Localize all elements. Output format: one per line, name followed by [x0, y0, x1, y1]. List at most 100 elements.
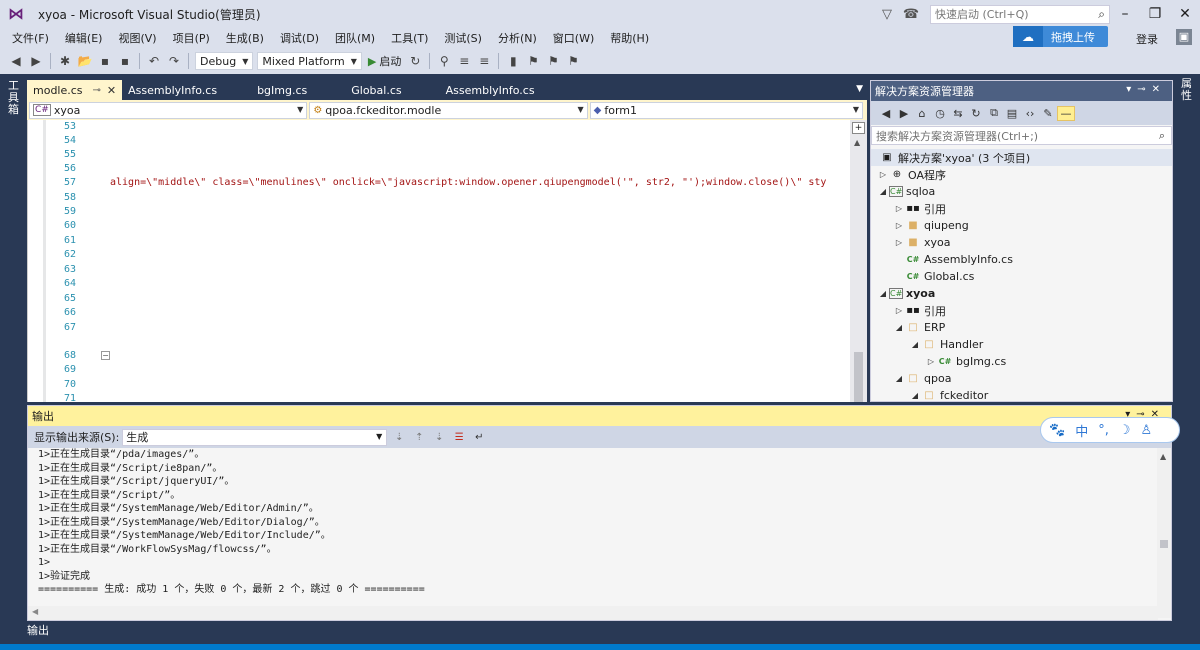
configuration-select[interactable]: Debug ▼	[195, 52, 254, 70]
menu-build[interactable]: 生成(B)	[218, 30, 272, 46]
refresh-icon[interactable]: ↻	[405, 54, 425, 68]
open-file-icon[interactable]: 📂	[75, 54, 95, 68]
tab-global-cs[interactable]: Global.cs	[321, 80, 415, 100]
account-icon[interactable]: ▣	[1176, 29, 1192, 45]
collapse-icon[interactable]: ◢	[909, 391, 921, 400]
collapse-icon[interactable]: ◢	[893, 323, 905, 332]
back-icon[interactable]: ◀	[877, 107, 895, 120]
panel-controls[interactable]: ▾⊸✕	[1126, 84, 1166, 95]
new-project-icon[interactable]: ✱	[55, 54, 75, 68]
restore-button[interactable]: ❐	[1140, 6, 1170, 22]
word-wrap-icon[interactable]: ↵	[471, 432, 487, 443]
properties-icon[interactable]: ✎	[1039, 107, 1057, 120]
menu-team[interactable]: 团队(M)	[327, 30, 383, 46]
sync-icon[interactable]: ⇆	[949, 107, 967, 120]
tree-item-references[interactable]: ▷ ▪▪ 引用	[871, 302, 1172, 319]
scroll-thumb[interactable]	[1160, 540, 1168, 548]
bottom-tab-output[interactable]: 输出	[27, 622, 49, 638]
feedback-icon[interactable]: ☎	[902, 7, 920, 22]
scroll-thumb[interactable]	[854, 352, 863, 402]
ime-moon[interactable]: ☽	[1119, 423, 1131, 438]
minimize-button[interactable]: –	[1110, 6, 1140, 22]
menu-analyze[interactable]: 分析(N)	[490, 30, 545, 46]
menu-view[interactable]: 视图(V)	[110, 30, 164, 46]
back-icon[interactable]: ◀	[6, 54, 26, 68]
tree-item-file[interactable]: ▷ C# bgImg.cs	[871, 353, 1172, 370]
output-vertical-scrollbar[interactable]: ▲	[1157, 448, 1171, 618]
member-dropdown[interactable]: ◆ form1 ▼	[589, 101, 863, 119]
tree-item-folder[interactable]: ◢ □ ERP	[871, 319, 1172, 336]
tree-item-xyoa[interactable]: ◢ C# xyoa	[871, 285, 1172, 302]
login-link[interactable]: 登录	[1136, 31, 1158, 47]
outdent-icon[interactable]: ≡	[474, 54, 494, 68]
output-horizontal-scrollbar[interactable]: ◀	[28, 606, 1158, 620]
go-to-line-icon[interactable]: ⇣	[391, 432, 407, 443]
expand-icon[interactable]: ▷	[893, 221, 905, 230]
ime-punctuation[interactable]: °,	[1098, 423, 1109, 438]
collapse-toggle[interactable]: −	[101, 351, 110, 360]
clear-all-icon[interactable]: ☰	[451, 432, 467, 443]
expand-icon[interactable]: ▷	[893, 238, 905, 247]
menu-window[interactable]: 窗口(W)	[545, 30, 602, 46]
expand-icon[interactable]: ▷	[893, 204, 905, 213]
tab-overflow-icon[interactable]: ▼	[856, 84, 863, 94]
output-source-select[interactable]: 生成 ▼	[122, 428, 388, 446]
save-icon[interactable]: ▪	[95, 54, 115, 68]
prev-bookmark-icon[interactable]: ⚑	[523, 54, 543, 68]
tree-item-folder[interactable]: ◢ □ Handler	[871, 336, 1172, 353]
collapse-icon[interactable]: ◢	[909, 340, 921, 349]
tree-item-file[interactable]: C# Global.cs	[871, 268, 1172, 285]
bookmark-icon[interactable]: ▮	[503, 54, 523, 68]
pin-icon[interactable]: ⊸	[93, 85, 101, 96]
forward-icon[interactable]: ▶	[895, 107, 913, 120]
user-icon[interactable]: ♙	[1141, 423, 1153, 438]
clear-bookmarks-icon[interactable]: ⚑	[563, 54, 583, 68]
prev-message-icon[interactable]: ⇡	[411, 432, 427, 443]
menu-edit[interactable]: 编辑(E)	[57, 30, 111, 46]
class-dropdown[interactable]: ⚙ qpoa.fckeditor.modle ▼	[309, 101, 588, 119]
scroll-up-icon[interactable]: ▲	[854, 138, 860, 147]
menu-file[interactable]: 文件(F)	[4, 30, 57, 46]
expand-icon[interactable]: ▷	[893, 306, 905, 315]
code-editor[interactable]: 53 54 55 56 57 58 59 60 61 62 63 64 65 6…	[27, 120, 867, 402]
tree-item-oa[interactable]: ▷ ⊕ OA程序	[871, 166, 1172, 183]
preview-icon[interactable]: —	[1057, 105, 1075, 121]
quick-launch-input[interactable]: 快速启动 (Ctrl+Q) ⌕	[930, 4, 1110, 24]
collapse-icon[interactable]: ◢	[877, 289, 889, 298]
toolbox-strip[interactable]: 工具箱	[0, 74, 27, 634]
tab-modle-cs[interactable]: modle.cs ⊸ ✕	[27, 80, 123, 100]
tab-assemblyinfo-cs[interactable]: AssemblyInfo.cs	[122, 80, 231, 100]
tree-item-sqloa[interactable]: ◢ C# sqloa	[871, 183, 1172, 200]
tree-item-references[interactable]: ▷ ▪▪ 引用	[871, 200, 1172, 217]
next-bookmark-icon[interactable]: ⚑	[543, 54, 563, 68]
upload-button[interactable]: ☁ 拖拽上传	[1013, 26, 1108, 47]
tab-bgimg-cs[interactable]: bgImg.cs	[231, 80, 321, 100]
menu-tools[interactable]: 工具(T)	[383, 30, 436, 46]
tree-item-folder[interactable]: ◢ □ fckeditor	[871, 387, 1172, 401]
menu-test[interactable]: 测试(S)	[436, 30, 490, 46]
solution-search-input[interactable]: 搜索解决方案资源管理器(Ctrl+;) ⌕	[871, 126, 1172, 145]
next-message-icon[interactable]: ⇣	[431, 432, 447, 443]
paw-icon[interactable]: 🐾	[1049, 423, 1065, 438]
properties-strip[interactable]: 属性	[1173, 74, 1200, 404]
forward-icon[interactable]: ▶	[26, 54, 46, 68]
scroll-left-icon[interactable]: ◀	[32, 607, 38, 616]
refresh-icon[interactable]: ↻	[967, 107, 985, 120]
expand-icon[interactable]: ▷	[877, 170, 889, 179]
filter-icon[interactable]: ▽	[878, 7, 896, 22]
collapse-icon[interactable]: ◢	[877, 187, 889, 196]
show-all-files-icon[interactable]: ▤	[1003, 107, 1021, 120]
tree-item-solution[interactable]: ▣ 解决方案'xyoa' (3 个项目)	[871, 149, 1172, 166]
expand-icon[interactable]: ▷	[925, 357, 937, 366]
menu-help[interactable]: 帮助(H)	[602, 30, 657, 46]
tree-item-file[interactable]: C# AssemblyInfo.cs	[871, 251, 1172, 268]
close-button[interactable]: ✕	[1170, 6, 1200, 22]
view-code-icon[interactable]: ‹›	[1021, 107, 1039, 120]
tree-item-folder[interactable]: ▷ ■ qiupeng	[871, 217, 1172, 234]
menu-debug[interactable]: 调试(D)	[272, 30, 327, 46]
platform-select[interactable]: Mixed Platform ▼	[257, 52, 362, 70]
collapse-icon[interactable]: ◢	[893, 374, 905, 383]
ime-toolbar[interactable]: 🐾 中 °, ☽ ♙	[1040, 417, 1180, 443]
ime-mode[interactable]: 中	[1075, 421, 1088, 440]
undo-icon[interactable]: ↶	[144, 54, 164, 68]
